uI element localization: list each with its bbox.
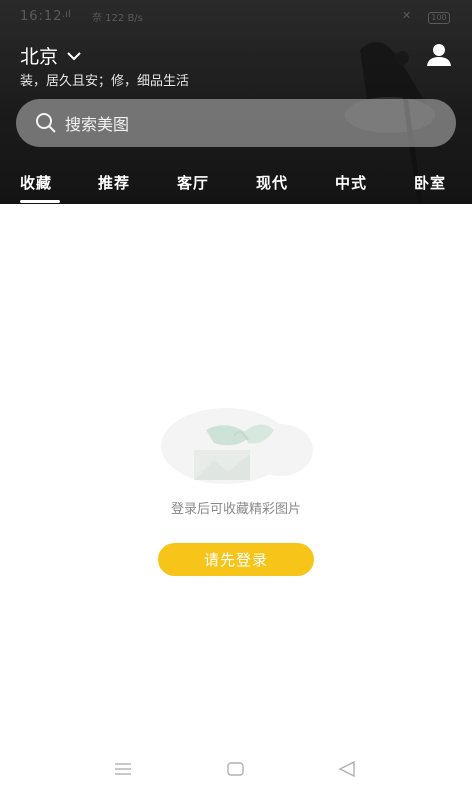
tab-bedroom[interactable]: 卧室 (414, 172, 446, 193)
status-time: 16:12 (20, 9, 63, 24)
city-selector[interactable]: 北京 (20, 42, 82, 69)
signal-off-icon: ✕ (402, 9, 412, 22)
empty-collection-illustration (161, 408, 313, 484)
user-icon[interactable] (425, 42, 453, 68)
tab-recommended[interactable]: 推荐 (98, 172, 130, 193)
system-navigation-bar (0, 752, 472, 792)
chevron-down-icon (67, 51, 81, 60)
category-tabs: 收藏 推荐 客厅 现代 中式 卧室 (0, 166, 472, 204)
tab-chinese-style[interactable]: 中式 (335, 172, 367, 193)
empty-state-message: 登录后可收藏精彩图片 (170, 502, 301, 517)
search-icon (36, 113, 56, 133)
status-bar: 16:12 .ıl 奈 122 B/s ✕ 100 (0, 0, 472, 34)
tab-modern[interactable]: 现代 (256, 172, 288, 193)
search-placeholder: 搜索美图 (65, 115, 130, 134)
login-button[interactable]: 请先登录 (158, 543, 314, 576)
network-icon: .ıl (62, 9, 71, 20)
search-bar[interactable]: 搜索美图 (16, 99, 456, 147)
back-icon[interactable] (338, 761, 356, 777)
city-label: 北京 (20, 46, 59, 68)
wifi-icon: 奈 122 B/s (92, 13, 143, 24)
battery-icon: 100 (428, 12, 450, 24)
home-icon[interactable] (227, 762, 244, 776)
tab-favorites[interactable]: 收藏 (20, 172, 52, 193)
menu-icon[interactable] (114, 762, 132, 776)
tab-living-room[interactable]: 客厅 (177, 172, 209, 193)
header: 16:12 .ıl 奈 122 B/s ✕ 100 北京 装，居久且安；修，细品… (0, 0, 472, 204)
slogan: 装，居久且安；修，细品生活 (20, 74, 190, 89)
active-tab-indicator (20, 200, 60, 203)
